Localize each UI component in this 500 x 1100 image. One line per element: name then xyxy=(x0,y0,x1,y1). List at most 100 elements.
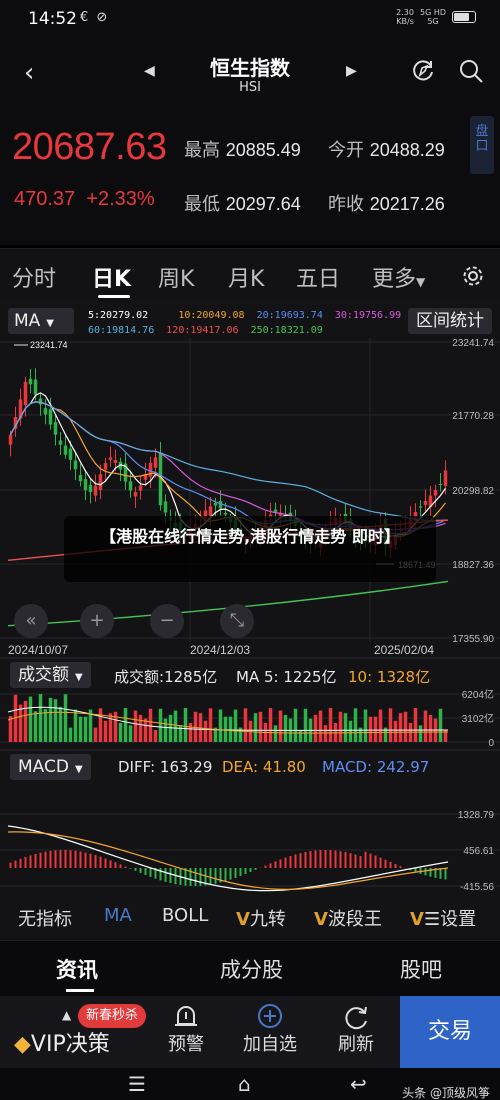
caret-down-icon: ▼ xyxy=(416,275,426,289)
vip-button[interactable]: ◆VIP决策 xyxy=(14,1026,110,1058)
home-icon[interactable]: ⌂ xyxy=(238,1072,251,1096)
change-value: 470.37 xyxy=(14,188,76,210)
add-watchlist-label: 加自选 xyxy=(243,1034,297,1055)
range-stats-button[interactable]: 区间统计 xyxy=(408,308,492,334)
order-book-tab[interactable]: 盘口 xyxy=(470,116,494,174)
gear-icon[interactable] xyxy=(462,265,484,287)
menu-icon[interactable]: ☰ xyxy=(128,1072,146,1096)
trade-button[interactable]: 交易 xyxy=(400,996,500,1068)
status-bar: 14:52 € ⊘ 2.30 KB/s 5G HD 5G xyxy=(0,0,500,38)
refresh-icon xyxy=(345,1006,367,1030)
price-axis-label: 18827.36 xyxy=(452,560,494,571)
macd-diff-line xyxy=(7,825,449,892)
macd-dea-value: 41.80 xyxy=(262,758,306,776)
volume-bar xyxy=(193,711,198,742)
next-index-button[interactable]: ▶ xyxy=(346,63,357,79)
date-axis-label: 2025/02/04 xyxy=(374,643,434,657)
volume-bar xyxy=(323,725,328,742)
volume-ma10: 10: 1328亿 xyxy=(348,666,430,687)
indicator-settings[interactable]: V☰设置 xyxy=(410,905,476,931)
ma-indicator-select[interactable]: MA ▼ xyxy=(8,308,74,334)
macd-diff-label: DIFF: xyxy=(118,758,156,776)
caret-up-icon: ▲ xyxy=(62,1008,72,1022)
candle-body xyxy=(73,460,78,470)
volume-bar xyxy=(388,708,393,742)
bell-icon xyxy=(175,1006,197,1026)
back-nav-icon[interactable]: ↩ xyxy=(350,1072,367,1096)
kline-chart[interactable]: 23241.74 21770.28 20298.82 18827.36 17355.90… xyxy=(0,302,500,904)
price-axis-label: 17355.90 xyxy=(452,634,494,645)
search-icon[interactable] xyxy=(458,58,484,84)
volume-bar xyxy=(63,694,68,742)
ma-values: 5:20279.02 10:20049.08 20:19693.74 30:19… xyxy=(88,308,401,338)
alert-button[interactable]: 预警 xyxy=(164,1004,208,1056)
volume-bar xyxy=(228,716,233,742)
add-watchlist-button[interactable]: 加自选 xyxy=(240,1004,300,1056)
volume-bar xyxy=(373,716,378,742)
price-axis-label: 21770.28 xyxy=(452,411,494,422)
volume-bar xyxy=(163,718,168,742)
network-speed-unit: KB/s xyxy=(396,17,414,26)
status-notification-icons: € ⊘ xyxy=(80,10,110,25)
candle-body xyxy=(153,457,158,468)
promo-badge[interactable]: 新春秒杀 xyxy=(78,1004,147,1028)
tab-monthly-k[interactable]: 月K xyxy=(228,261,264,293)
zoom-out-button[interactable]: − xyxy=(150,604,184,638)
refresh-button[interactable]: 刷新 xyxy=(334,1004,378,1056)
indicator-band-king[interactable]: V波段王 xyxy=(314,905,382,931)
v-badge-icon: V xyxy=(314,909,328,930)
volume-indicator-select[interactable]: 成交额 ▼ xyxy=(10,662,91,688)
refresh-compass-icon[interactable] xyxy=(410,58,436,84)
ma250-value: 250:18321.09 xyxy=(250,325,323,336)
toast-overlay: 【港股在线行情走势,港股行情走势 即时】 xyxy=(64,516,436,582)
volume-bar xyxy=(153,729,158,742)
chart-area[interactable]: 23241.74 21770.28 20298.82 18827.36 17355.90… xyxy=(0,302,500,904)
indicator-row: 无指标 MA BOLL V九转 V波段王 V☰设置 xyxy=(0,896,500,940)
scroll-left-button[interactable]: « xyxy=(14,604,48,638)
tab-weekly-k[interactable]: 周K xyxy=(158,261,194,293)
volume-bar xyxy=(313,714,318,742)
active-tab-indicator xyxy=(98,295,130,298)
v-badge-icon: V xyxy=(410,909,424,930)
fullscreen-button[interactable]: ⤡ xyxy=(220,604,254,638)
volume-bar xyxy=(98,708,103,742)
volume-bar xyxy=(293,708,298,742)
price-change: 470.37 +2.33% xyxy=(14,188,155,211)
tab-more[interactable]: 更多▼ xyxy=(372,261,425,293)
indicator-boll[interactable]: BOLL xyxy=(162,905,208,926)
volume-bar xyxy=(78,716,83,742)
tab-forum[interactable]: 股吧 xyxy=(400,954,442,984)
volume-bar xyxy=(268,708,273,742)
indicator-none[interactable]: 无指标 xyxy=(18,905,72,931)
candle-body xyxy=(93,485,98,496)
network-speed-value: 2.30 xyxy=(396,8,414,17)
ma-select-label: MA xyxy=(14,311,41,331)
diamond-icon: ◆ xyxy=(14,1032,31,1057)
candle-body xyxy=(68,448,73,460)
volume-bar xyxy=(28,696,33,742)
tab-news[interactable]: 资讯 xyxy=(56,954,98,984)
macd-axis-label: 1328.79 xyxy=(458,810,495,821)
volume-bar xyxy=(93,727,98,742)
tab-five-day[interactable]: 五日 xyxy=(296,261,340,293)
volume-bar xyxy=(123,708,128,742)
ma10-value: 10:20049.08 xyxy=(178,310,245,321)
indicator-nine-turn[interactable]: V九转 xyxy=(236,905,286,931)
high-value: 20885.49 xyxy=(225,140,301,160)
macd-indicator-select[interactable]: MACD ▼ xyxy=(10,754,91,780)
zoom-in-button[interactable]: + xyxy=(80,604,114,638)
tab-intraday[interactable]: 分时 xyxy=(12,261,56,293)
tab-daily-k[interactable]: 日K xyxy=(92,261,131,293)
candle-body xyxy=(58,440,63,445)
volume-bar xyxy=(423,710,428,742)
macd-select-label: MACD xyxy=(18,757,69,777)
open-value: 20488.29 xyxy=(369,140,445,160)
status-time: 14:52 xyxy=(28,9,77,29)
open-field: 今开 20488.29 xyxy=(328,136,445,162)
volume-bar xyxy=(348,720,353,742)
candle-body xyxy=(83,479,88,491)
caret-down-icon: ▼ xyxy=(46,318,54,329)
tab-constituents[interactable]: 成分股 xyxy=(220,954,283,984)
indicator-ma[interactable]: MA xyxy=(104,905,132,926)
candle-body xyxy=(148,462,153,477)
